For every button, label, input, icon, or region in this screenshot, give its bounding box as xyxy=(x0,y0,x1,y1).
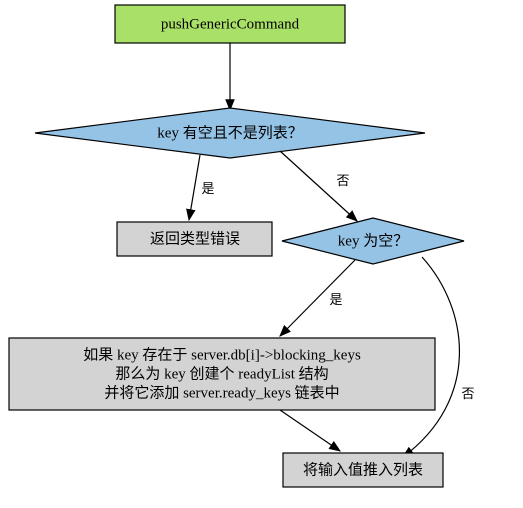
edge-decision2-action xyxy=(280,260,355,336)
edge-decision1-error xyxy=(189,155,200,220)
decision2-label: key 为空？ xyxy=(338,232,408,249)
edge-action-end xyxy=(280,410,340,451)
error-label: 返回类型错误 xyxy=(150,230,240,247)
edge-decision1-no-label: 否 xyxy=(336,173,349,188)
action-line2: 那么为 key 创建个 readyList 结构 xyxy=(115,365,328,382)
decision1-label: key 有空且不是列表？ xyxy=(157,124,302,141)
edge-decision2-no-label: 否 xyxy=(461,386,474,401)
edge-decision2-yes-label: 是 xyxy=(329,292,342,307)
start-label: pushGenericCommand xyxy=(161,16,300,32)
action-line1: 如果 key 存在于 server.db[i]->blocking_keys xyxy=(83,346,361,363)
edge-decision1-yes-label: 是 xyxy=(201,181,214,196)
end-label: 将输入值推入列表 xyxy=(303,461,423,478)
action-line3: 并将它添加 server.ready_keys 链表中 xyxy=(104,383,339,401)
